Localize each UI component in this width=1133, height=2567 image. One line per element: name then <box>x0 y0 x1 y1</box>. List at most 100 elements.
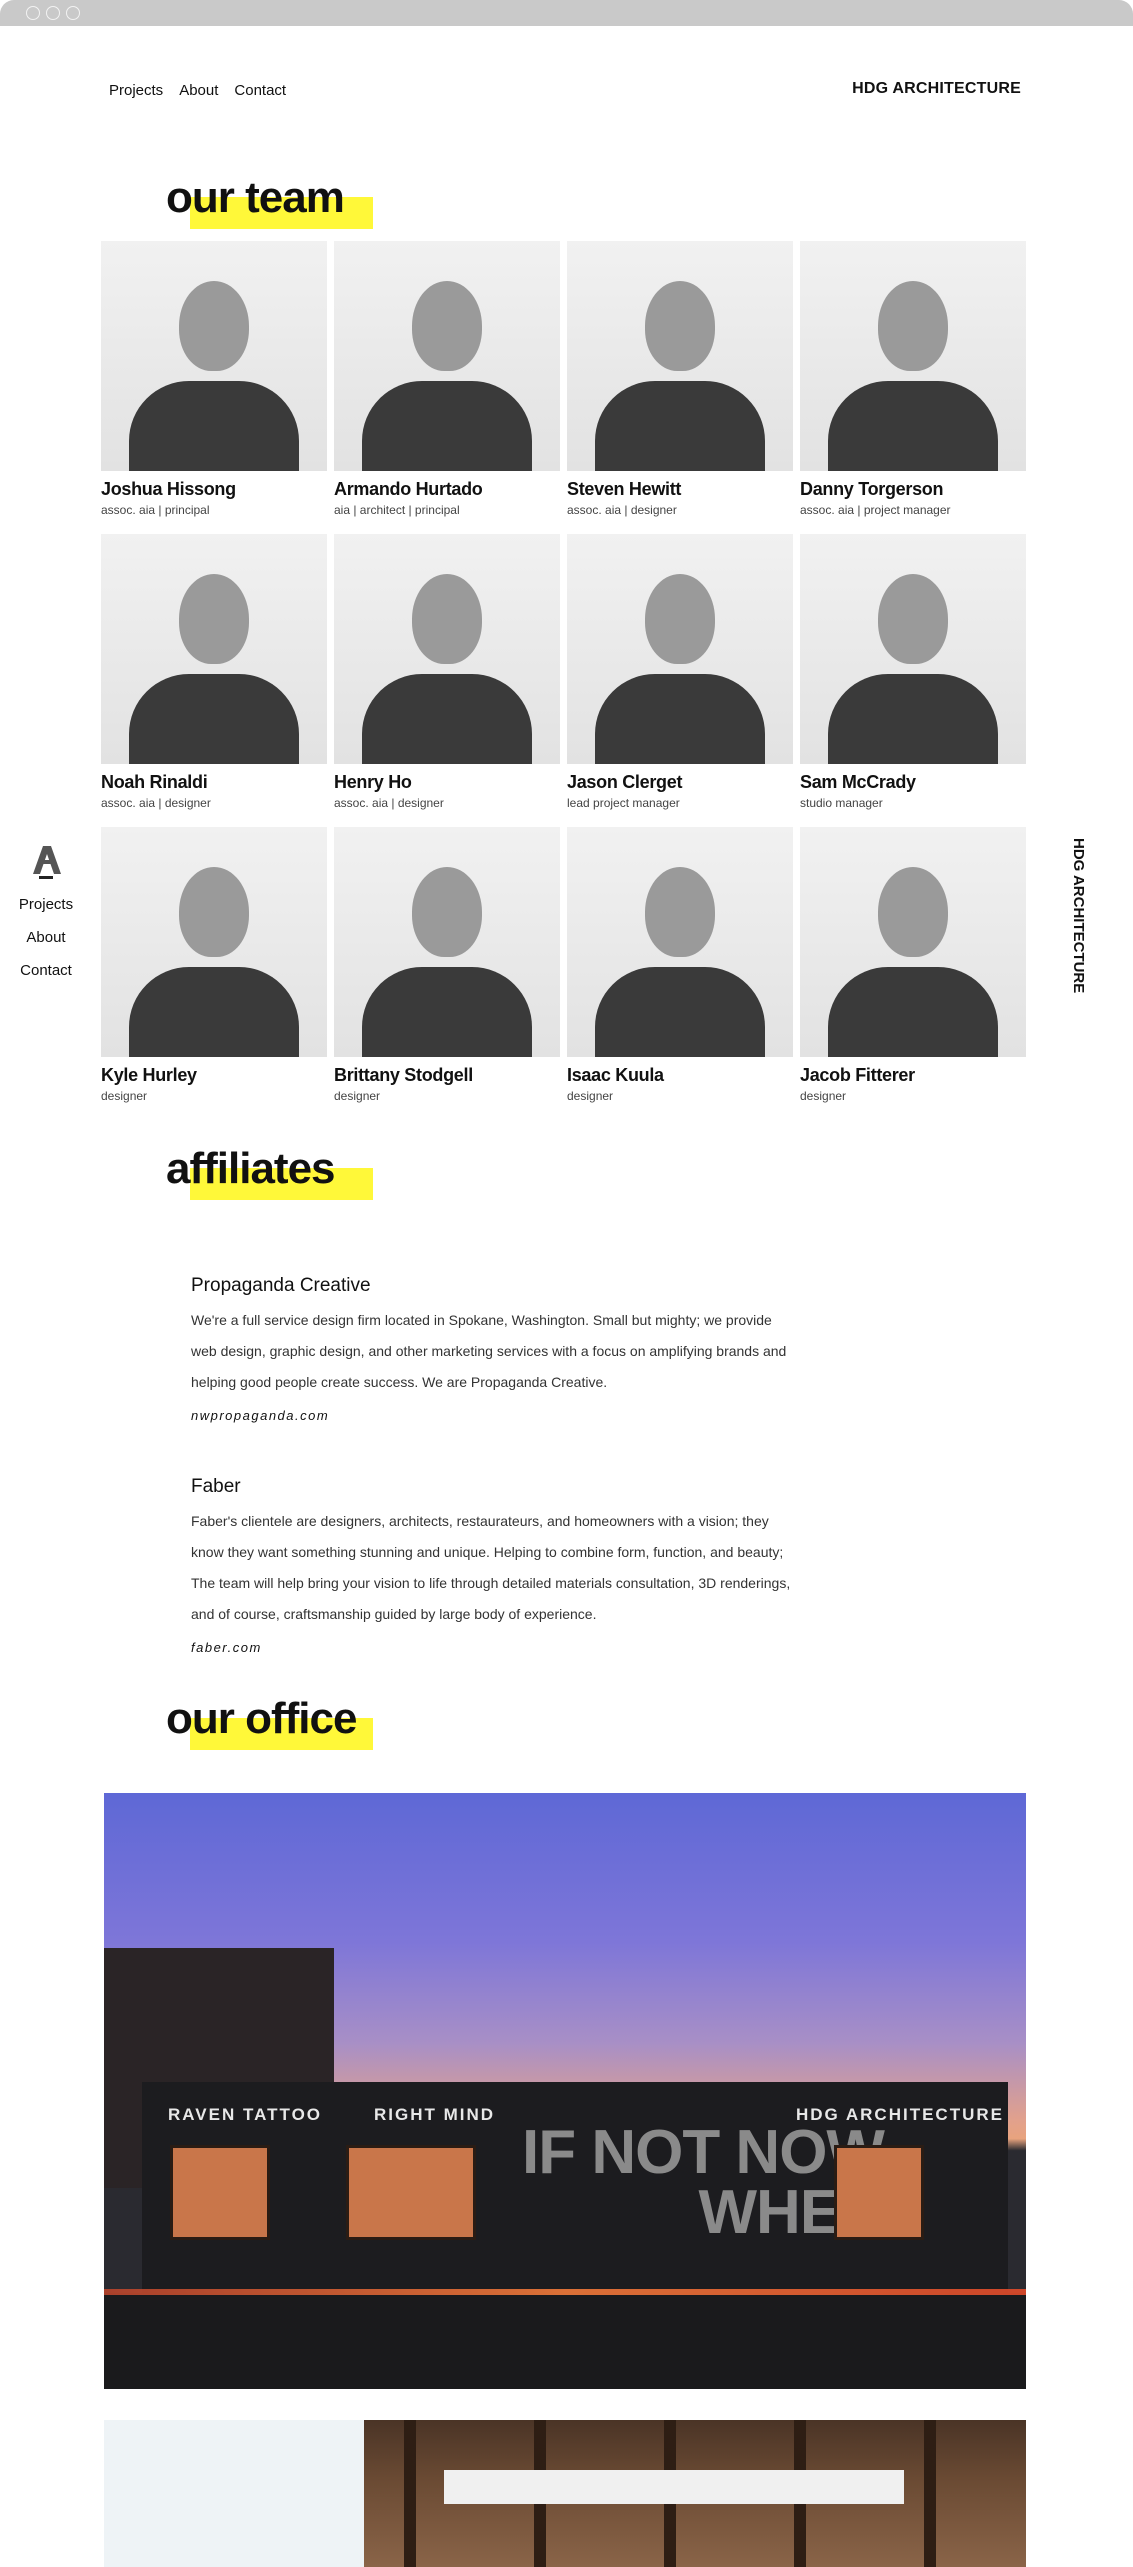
ceiling-beam <box>924 2420 936 2567</box>
team-member-card[interactable]: Sam McCrady studio manager <box>800 534 1026 810</box>
storefront-window <box>834 2145 924 2240</box>
side-nav-contact[interactable]: Contact <box>14 962 78 979</box>
portrait-head <box>412 281 482 371</box>
portrait-body <box>828 967 998 1057</box>
portrait-body <box>362 967 532 1057</box>
team-member-card[interactable]: Steven Hewitt assoc. aia | designer <box>567 241 793 517</box>
portrait-head <box>412 867 482 957</box>
team-member-card[interactable]: Danny Torgerson assoc. aia | project mana… <box>800 241 1026 517</box>
affiliate-propaganda: Propaganda Creative We're a full service… <box>191 1275 791 1423</box>
team-member-name: Armando Hurtado <box>334 479 483 499</box>
affiliate-link[interactable]: faber.com <box>191 1640 791 1655</box>
team-member-photo <box>101 534 327 764</box>
street <box>104 2293 1026 2389</box>
team-member-name: Brittany Stodgell <box>334 1065 473 1085</box>
nav-about[interactable]: About <box>179 82 218 99</box>
portrait-body <box>362 381 532 471</box>
mural-line: WHEN <box>698 2178 885 2247</box>
portrait-head <box>179 281 249 371</box>
portrait-head <box>645 281 715 371</box>
sign-raven-tattoo: RAVEN TATTOO <box>168 2105 323 2124</box>
office-interior-photo <box>104 2420 1026 2567</box>
portrait-head <box>645 867 715 957</box>
office-exterior-photo: RAVEN TATTOO RIGHT MIND HDG ARCHITECTURE… <box>104 1793 1026 2389</box>
storefront-window <box>346 2145 476 2240</box>
team-member-card[interactable]: Henry Ho assoc. aia | designer <box>334 534 560 810</box>
team-member-name: Sam McCrady <box>800 772 916 792</box>
team-member-role: assoc. aia | principal <box>101 503 210 517</box>
affiliate-description: Faber's clientele are designers, archite… <box>191 1513 791 1622</box>
portrait-head <box>179 574 249 664</box>
team-member-card[interactable]: Brittany Stodgell designer <box>334 827 560 1103</box>
team-member-name: Kyle Hurley <box>101 1065 197 1085</box>
affiliate-link[interactable]: nwpropaganda.com <box>191 1408 791 1423</box>
window-close-icon[interactable] <box>26 6 40 20</box>
team-member-role: designer <box>101 1089 148 1103</box>
team-member-photo <box>800 534 1026 764</box>
interior-window <box>104 2420 364 2567</box>
portrait-body <box>595 967 765 1057</box>
team-member-photo <box>334 241 560 471</box>
brand-logo-text[interactable]: HDG ARCHITECTURE <box>852 80 1021 98</box>
portrait-body <box>129 967 299 1057</box>
team-member-card[interactable]: Armando Hurtado aia | architect | princip… <box>334 241 560 517</box>
team-member-role: studio manager <box>800 796 883 810</box>
team-member-role: aia | architect | principal <box>334 503 460 517</box>
portrait-body <box>362 674 532 764</box>
side-nav: Projects About Contact <box>14 840 78 979</box>
nav-projects[interactable]: Projects <box>109 82 163 99</box>
team-member-role: designer <box>334 1089 381 1103</box>
portrait-head <box>878 867 948 957</box>
portrait-body <box>595 381 765 471</box>
team-member-role: assoc. aia | designer <box>334 796 444 810</box>
team-member-photo <box>334 827 560 1057</box>
team-member-photo <box>567 241 793 471</box>
portrait-head <box>412 574 482 664</box>
light-streak <box>104 2289 1026 2295</box>
team-member-card[interactable]: Isaac Kuula designer <box>567 827 793 1103</box>
sign-right-mind: RIGHT MIND <box>374 2105 496 2124</box>
vertical-brand: HDG ARCHITECTURE <box>1070 838 1087 994</box>
logo-icon[interactable] <box>27 840 65 880</box>
window-minimize-icon[interactable] <box>46 6 60 20</box>
team-member-name: Noah Rinaldi <box>101 772 208 792</box>
mural-line: IF NOT NOW <box>522 2118 885 2187</box>
team-member-photo <box>334 534 560 764</box>
top-nav: Projects About Contact <box>109 82 286 99</box>
ceiling-beam <box>404 2420 416 2567</box>
team-member-card[interactable]: Kyle Hurley designer <box>101 827 327 1103</box>
portrait-head <box>179 867 249 957</box>
team-member-name: Jacob Fitterer <box>800 1065 915 1085</box>
affiliate-description: We're a full service design firm located… <box>191 1312 787 1390</box>
team-member-card[interactable]: Joshua Hissong assoc. aia | principal <box>101 241 327 517</box>
team-member-name: Henry Ho <box>334 772 412 792</box>
team-member-name: Isaac Kuula <box>567 1065 664 1085</box>
portrait-body <box>129 674 299 764</box>
side-nav-about[interactable]: About <box>14 929 78 946</box>
section-title-team: our team <box>166 173 345 222</box>
window-maximize-icon[interactable] <box>66 6 80 20</box>
team-member-name: Steven Hewitt <box>567 479 682 499</box>
team-member-card[interactable]: Jason Clerget lead project manager <box>567 534 793 810</box>
portrait-body <box>595 674 765 764</box>
team-member-role: assoc. aia | project manager <box>800 503 951 517</box>
affiliate-name: Faber <box>191 1476 241 1497</box>
team-member-photo <box>101 241 327 471</box>
team-member-card[interactable]: Noah Rinaldi assoc. aia | designer <box>101 534 327 810</box>
storefront-window <box>170 2145 270 2240</box>
affiliate-name: Propaganda Creative <box>191 1275 371 1296</box>
side-nav-projects[interactable]: Projects <box>14 896 78 913</box>
portrait-head <box>878 574 948 664</box>
nav-contact[interactable]: Contact <box>234 82 286 99</box>
team-member-photo <box>101 827 327 1057</box>
section-title-affiliates: affiliates <box>166 1144 336 1193</box>
portrait-head <box>645 574 715 664</box>
section-title-office: our office <box>166 1694 357 1743</box>
team-member-name: Joshua Hissong <box>101 479 236 499</box>
browser-chrome <box>0 0 1133 26</box>
team-member-photo <box>567 534 793 764</box>
team-member-name: Jason Clerget <box>567 772 683 792</box>
team-member-card[interactable]: Jacob Fitterer designer <box>800 827 1026 1103</box>
team-member-photo <box>800 827 1026 1057</box>
team-member-role: assoc. aia | designer <box>567 503 677 517</box>
